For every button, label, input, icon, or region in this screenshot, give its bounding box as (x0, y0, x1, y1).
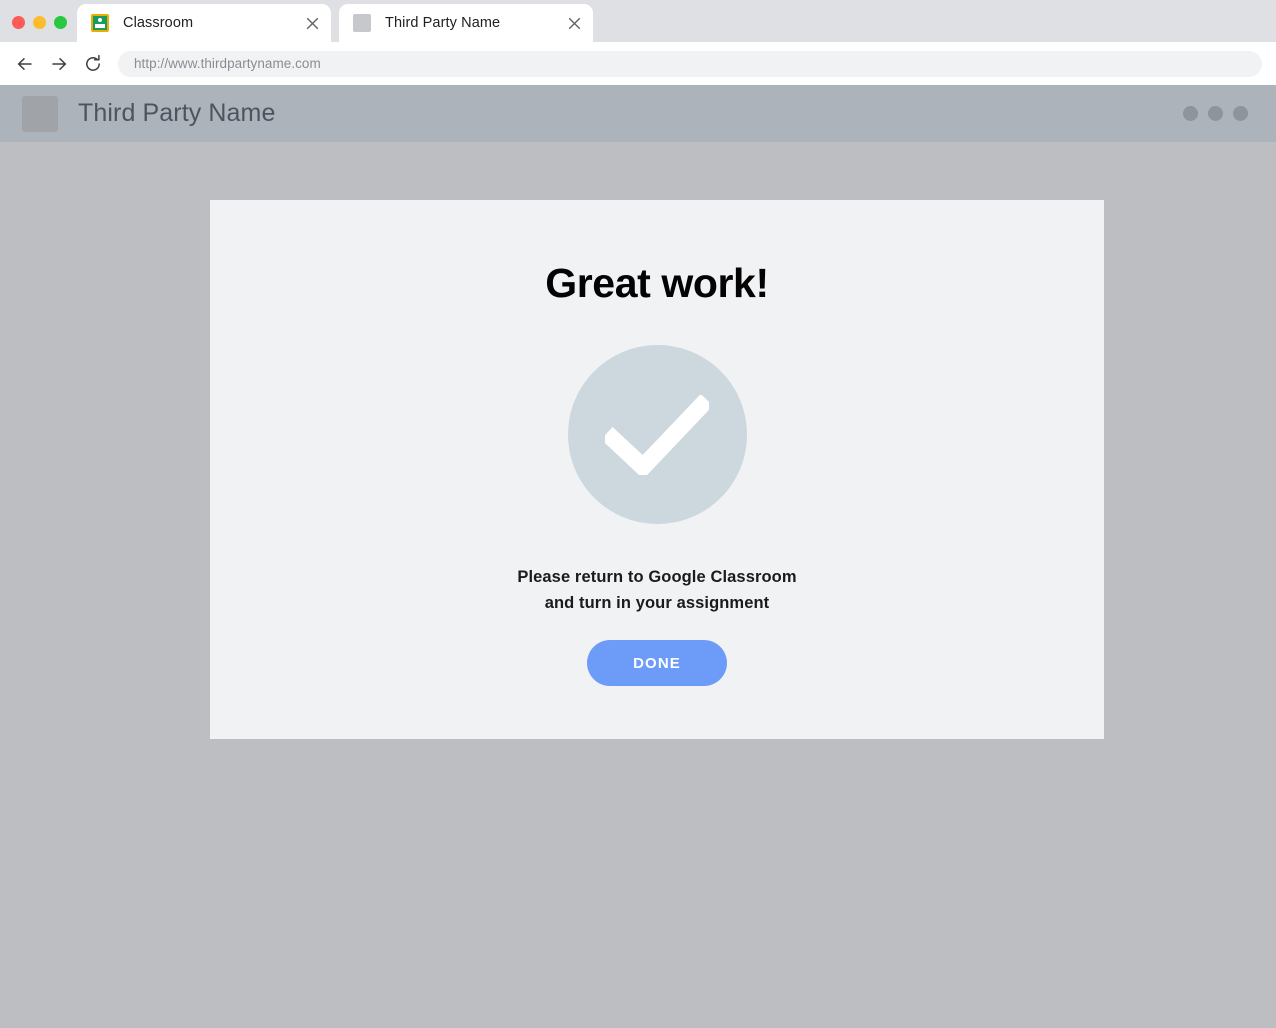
url-text: http://www.thirdpartyname.com (134, 56, 321, 71)
arrow-right-icon[interactable] (44, 49, 74, 79)
window-maximize-button[interactable] (54, 16, 67, 29)
browser-tab-classroom[interactable]: Classroom (77, 4, 331, 42)
page-title: Great work! (545, 260, 769, 306)
checkmark-circle-icon (567, 345, 747, 524)
nav-dot-icon[interactable] (1208, 106, 1223, 121)
url-input[interactable]: http://www.thirdpartyname.com (118, 50, 1262, 77)
nav-dot-icon[interactable] (1233, 106, 1248, 121)
site-header: Third Party Name (0, 85, 1276, 142)
tab-title: Third Party Name (385, 15, 501, 31)
close-icon[interactable] (563, 12, 585, 34)
instruction-line-2: and turn in your assignment (544, 594, 770, 612)
window-close-button[interactable] (12, 16, 25, 29)
done-button[interactable]: DONE (587, 640, 727, 686)
browser-tab-third-party-name[interactable]: Third Party Name (339, 4, 593, 42)
arrow-left-icon[interactable] (10, 49, 40, 79)
browser-toolbar: http://www.thirdpartyname.com (0, 42, 1276, 85)
instruction-text: Please return to Google Classroom and tu… (517, 564, 796, 616)
instruction-line-1: Please return to Google Classroom (517, 568, 797, 586)
window-minimize-button[interactable] (33, 16, 46, 29)
browser-window: Classroom Third Party Name http://www.th… (0, 0, 1276, 1028)
close-icon[interactable] (301, 12, 323, 34)
site-logo-placeholder-icon (22, 95, 58, 132)
generic-site-placeholder-icon (353, 14, 371, 32)
browser-tab-strip: Classroom Third Party Name (0, 0, 1276, 42)
tab-title: Classroom (123, 15, 194, 31)
window-traffic-lights (0, 16, 77, 42)
reload-icon[interactable] (78, 49, 108, 79)
nav-dot-icon[interactable] (1183, 106, 1198, 121)
google-classroom-icon (91, 14, 109, 32)
confirmation-card: Great work! Please return to Google Clas… (210, 200, 1104, 739)
page-viewport: Third Party Name Great work! Please retu… (0, 85, 1276, 1028)
site-nav-placeholder (1183, 106, 1248, 121)
site-title: Third Party Name (78, 99, 276, 127)
